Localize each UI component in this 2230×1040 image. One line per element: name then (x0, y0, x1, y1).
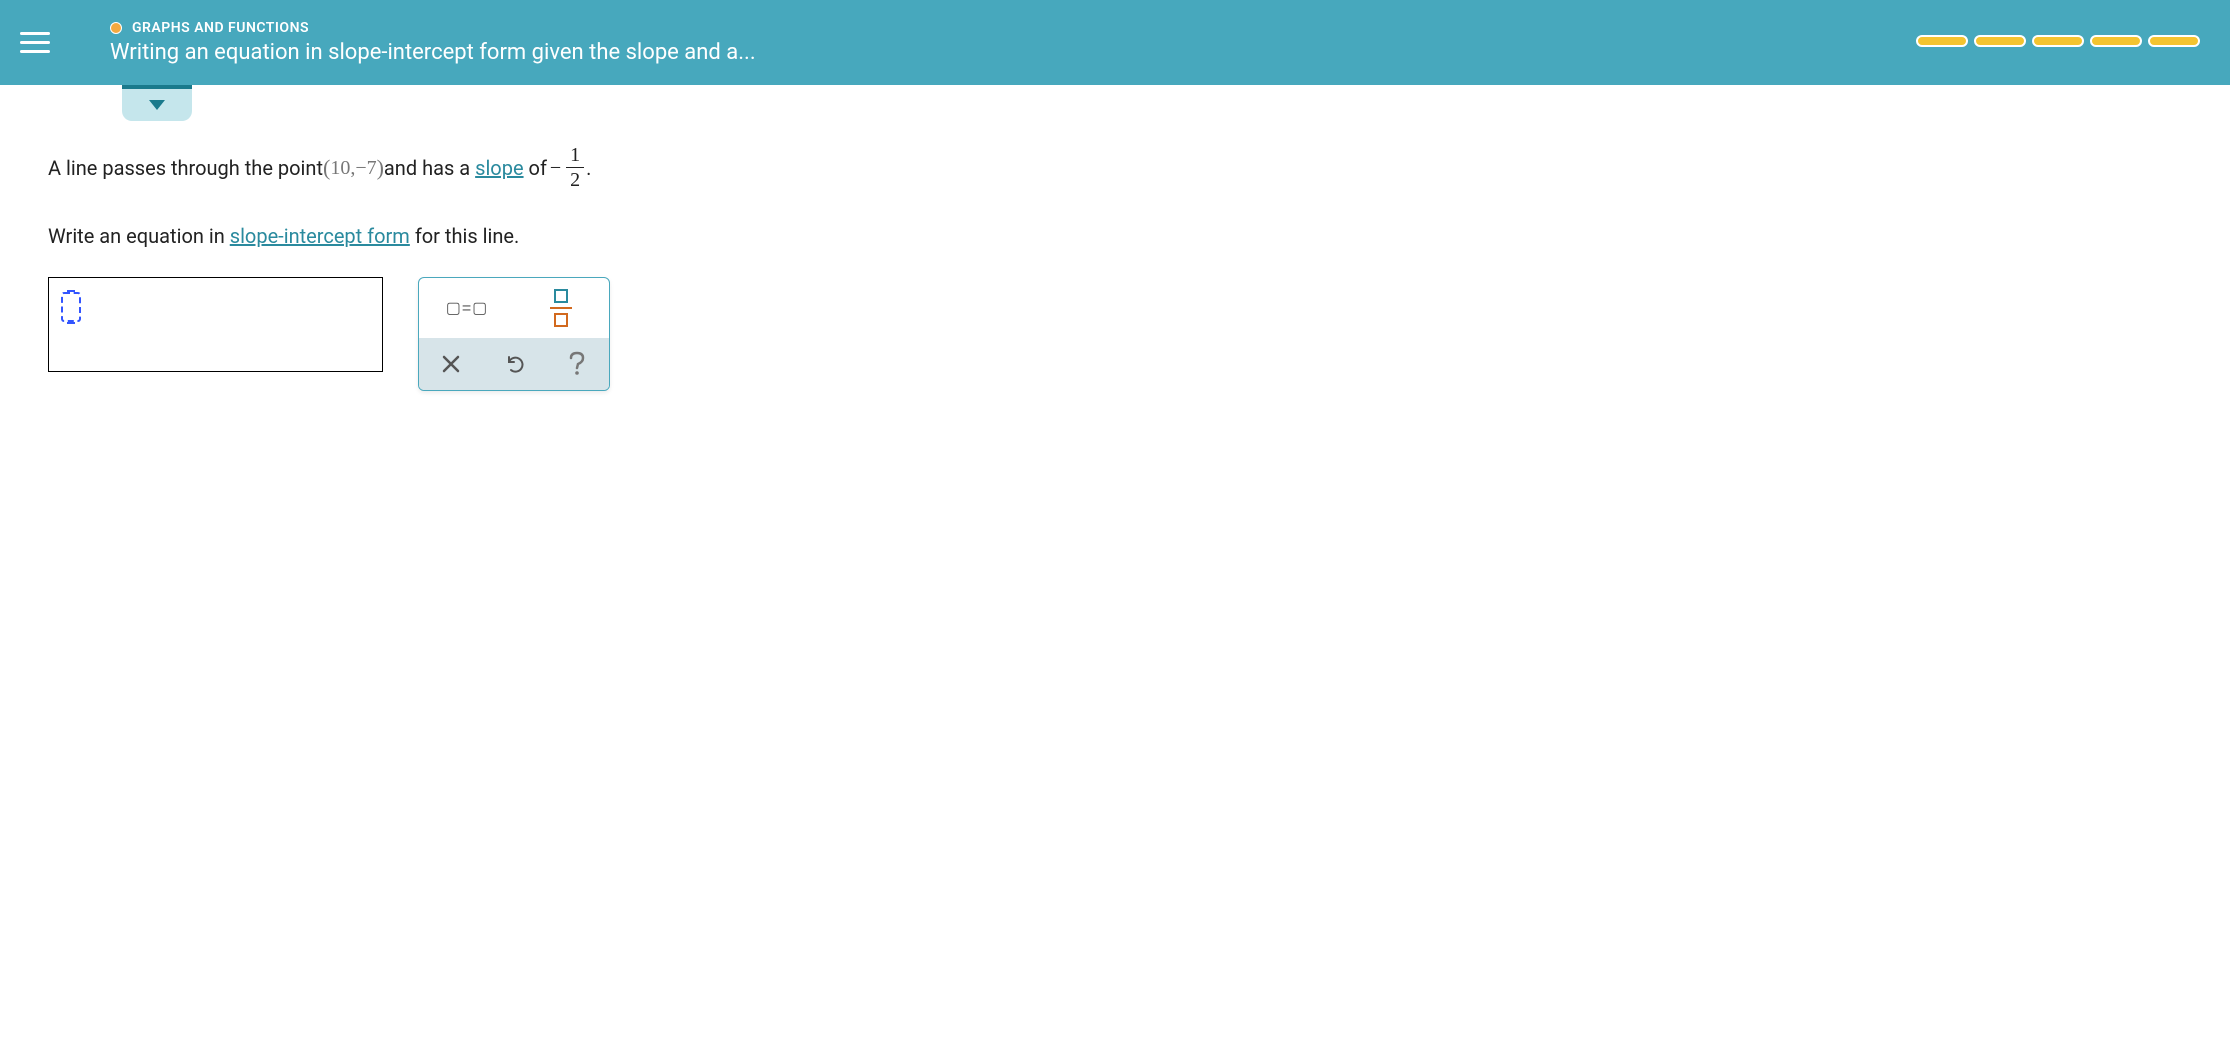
slope-fraction: 1 2 (566, 145, 584, 190)
help-button[interactable] (547, 344, 607, 384)
instruction-text: for this line. (415, 224, 519, 248)
menu-icon[interactable] (20, 23, 60, 63)
category-label: GRAPHS AND FUNCTIONS (132, 20, 309, 36)
category-dot-icon (110, 22, 122, 34)
instruction-text: Write an equation in (48, 224, 230, 248)
period: . (586, 152, 591, 184)
point-y: 7 (367, 152, 377, 184)
progress-bar (1916, 35, 2200, 47)
neg-sign: − (355, 152, 366, 184)
math-cursor-icon (61, 292, 81, 322)
progress-segment (1916, 35, 1968, 47)
progress-segment (2090, 35, 2142, 47)
answer-input[interactable] (48, 277, 383, 372)
equation-icon: ▢=▢ (446, 298, 489, 318)
clear-button[interactable] (421, 344, 481, 384)
slope-intercept-link[interactable]: slope-intercept form (230, 224, 410, 248)
close-paren: ) (377, 150, 384, 185)
close-icon (442, 355, 460, 373)
fraction-icon (550, 289, 572, 327)
undo-icon (504, 354, 524, 374)
header-text: GRAPHS AND FUNCTIONS Writing an equation… (110, 20, 756, 65)
problem-text: A line passes through the point (48, 152, 323, 184)
equation-template-button[interactable]: ▢=▢ (437, 288, 497, 328)
progress-segment (2148, 35, 2200, 47)
problem-text: and has a (384, 152, 470, 184)
page-title: Writing an equation in slope-intercept f… (110, 40, 756, 65)
progress-segment (1974, 35, 2026, 47)
app-header: GRAPHS AND FUNCTIONS Writing an equation… (0, 0, 2230, 85)
fraction-template-button[interactable] (531, 288, 591, 328)
open-paren: ( (323, 150, 330, 185)
problem-content: A line passes through the point ( 10 , −… (0, 125, 2230, 411)
instruction: Write an equation in slope-intercept for… (48, 220, 2182, 252)
problem-text: of (529, 152, 547, 184)
problem-statement: A line passes through the point ( 10 , −… (48, 145, 2182, 190)
fraction-denominator: 2 (570, 168, 580, 190)
question-icon (567, 351, 587, 377)
fraction-numerator: 1 (566, 145, 584, 168)
slope-link[interactable]: slope (475, 152, 523, 184)
progress-segment (2032, 35, 2084, 47)
chevron-down-icon (149, 100, 165, 110)
slope-sign: − (547, 152, 564, 184)
dropdown-tab[interactable] (122, 85, 192, 121)
point-x: 10 (330, 152, 350, 184)
undo-button[interactable] (484, 344, 544, 384)
math-palette: ▢=▢ (418, 277, 610, 391)
